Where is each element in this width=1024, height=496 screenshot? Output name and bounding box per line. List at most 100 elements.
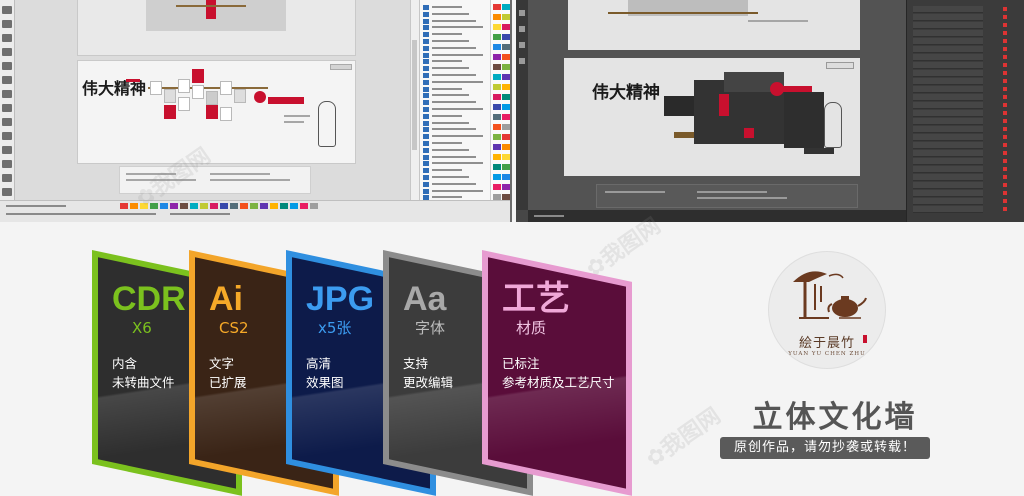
layer-color-icon[interactable] <box>1003 191 1007 195</box>
color-swatch[interactable] <box>280 203 288 209</box>
layer-row[interactable] <box>913 134 983 141</box>
object-row[interactable] <box>423 18 489 24</box>
color-swatch[interactable] <box>230 203 238 209</box>
layer-row[interactable] <box>913 118 983 125</box>
color-swatch[interactable] <box>260 203 268 209</box>
layers-panel[interactable] <box>906 0 1024 222</box>
color-swatch[interactable] <box>502 164 510 170</box>
color-swatch[interactable] <box>502 24 510 30</box>
color-swatch[interactable] <box>493 164 501 170</box>
color-swatch[interactable] <box>502 114 510 120</box>
layer-row[interactable] <box>913 102 983 109</box>
color-swatch[interactable] <box>160 203 168 209</box>
layer-row[interactable] <box>913 46 983 53</box>
object-row[interactable] <box>423 120 489 126</box>
type-tool-icon[interactable] <box>519 58 525 64</box>
object-row[interactable] <box>423 92 489 99</box>
color-swatch[interactable] <box>493 134 501 140</box>
layer-color-icon[interactable] <box>1003 7 1007 11</box>
color-swatch[interactable] <box>502 174 510 180</box>
layer-color-icon[interactable] <box>1003 135 1007 139</box>
color-swatch[interactable] <box>120 203 128 209</box>
object-row[interactable] <box>423 38 489 44</box>
layer-row[interactable] <box>913 174 983 181</box>
color-swatch[interactable] <box>502 104 510 110</box>
layer-color-icon[interactable] <box>1003 127 1007 131</box>
color-swatch[interactable] <box>502 154 510 160</box>
layer-row[interactable] <box>913 206 983 213</box>
artboard-canvas[interactable]: 伟大精神 <box>528 0 906 210</box>
color-swatch[interactable] <box>502 34 510 40</box>
layer-row[interactable] <box>913 62 983 69</box>
layer-color-icon[interactable] <box>1003 151 1007 155</box>
color-swatch[interactable] <box>220 203 228 209</box>
object-row[interactable] <box>423 174 489 180</box>
tools-panel[interactable] <box>516 0 528 210</box>
color-swatch[interactable] <box>502 184 510 190</box>
object-row[interactable] <box>423 133 489 140</box>
layer-color-icon[interactable] <box>1003 103 1007 107</box>
outline-tool-icon[interactable] <box>2 188 12 196</box>
color-swatch[interactable] <box>190 203 198 209</box>
layer-color-icon[interactable] <box>1003 47 1007 51</box>
layer-color-icon[interactable] <box>1003 31 1007 35</box>
color-swatch[interactable] <box>310 203 318 209</box>
color-swatch[interactable] <box>493 104 501 110</box>
object-row[interactable] <box>423 79 489 85</box>
layer-color-icon[interactable] <box>1003 199 1007 203</box>
layer-color-icon[interactable] <box>1003 183 1007 187</box>
document-palette[interactable] <box>120 203 340 211</box>
object-manager-panel[interactable] <box>419 0 491 210</box>
color-swatch[interactable] <box>493 14 501 20</box>
object-row[interactable] <box>423 113 489 119</box>
object-row[interactable] <box>423 11 489 17</box>
layer-row[interactable] <box>913 38 983 45</box>
layer-color-icon[interactable] <box>1003 15 1007 19</box>
color-swatch[interactable] <box>493 174 501 180</box>
layer-row[interactable] <box>913 142 983 149</box>
zoom-tool-icon[interactable] <box>2 48 12 56</box>
color-swatch[interactable] <box>493 144 501 150</box>
color-swatch[interactable] <box>130 203 138 209</box>
object-row[interactable] <box>423 160 489 167</box>
crop-tool-icon[interactable] <box>2 34 12 42</box>
fill-tool-icon[interactable] <box>2 174 12 182</box>
color-swatch[interactable] <box>493 54 501 60</box>
color-swatch[interactable] <box>493 114 501 120</box>
layer-row[interactable] <box>913 54 983 61</box>
color-swatch[interactable] <box>502 94 510 100</box>
pen-tool-icon[interactable] <box>519 42 525 48</box>
layer-color-icon[interactable] <box>1003 175 1007 179</box>
color-swatch[interactable] <box>210 203 218 209</box>
layer-color-icon[interactable] <box>1003 143 1007 147</box>
color-swatch[interactable] <box>493 74 501 80</box>
layer-row[interactable] <box>913 70 983 77</box>
layer-row[interactable] <box>913 22 983 29</box>
color-swatch[interactable] <box>502 74 510 80</box>
layer-color-icon[interactable] <box>1003 63 1007 67</box>
object-row[interactable] <box>423 65 489 72</box>
dimension-tool-icon[interactable] <box>2 146 12 154</box>
layer-row[interactable] <box>913 198 983 205</box>
selection-tool-icon[interactable] <box>519 10 525 16</box>
object-row[interactable] <box>423 140 489 146</box>
freehand-tool-icon[interactable] <box>2 62 12 70</box>
color-swatch[interactable] <box>250 203 258 209</box>
color-swatch[interactable] <box>493 184 501 190</box>
layer-color-icon[interactable] <box>1003 71 1007 75</box>
layer-color-icon[interactable] <box>1003 23 1007 27</box>
object-row[interactable] <box>423 154 489 160</box>
object-row[interactable] <box>423 86 489 92</box>
color-swatch[interactable] <box>502 4 510 10</box>
color-swatch[interactable] <box>493 44 501 50</box>
layer-color-icon[interactable] <box>1003 55 1007 59</box>
object-row[interactable] <box>423 58 489 65</box>
object-row[interactable] <box>423 99 489 106</box>
layer-row[interactable] <box>913 78 983 85</box>
color-swatch[interactable] <box>493 34 501 40</box>
layer-row[interactable] <box>913 30 983 37</box>
layer-row[interactable] <box>913 126 983 133</box>
layer-row[interactable] <box>913 182 983 189</box>
connector-tool-icon[interactable] <box>2 160 12 168</box>
layer-color-icon[interactable] <box>1003 119 1007 123</box>
